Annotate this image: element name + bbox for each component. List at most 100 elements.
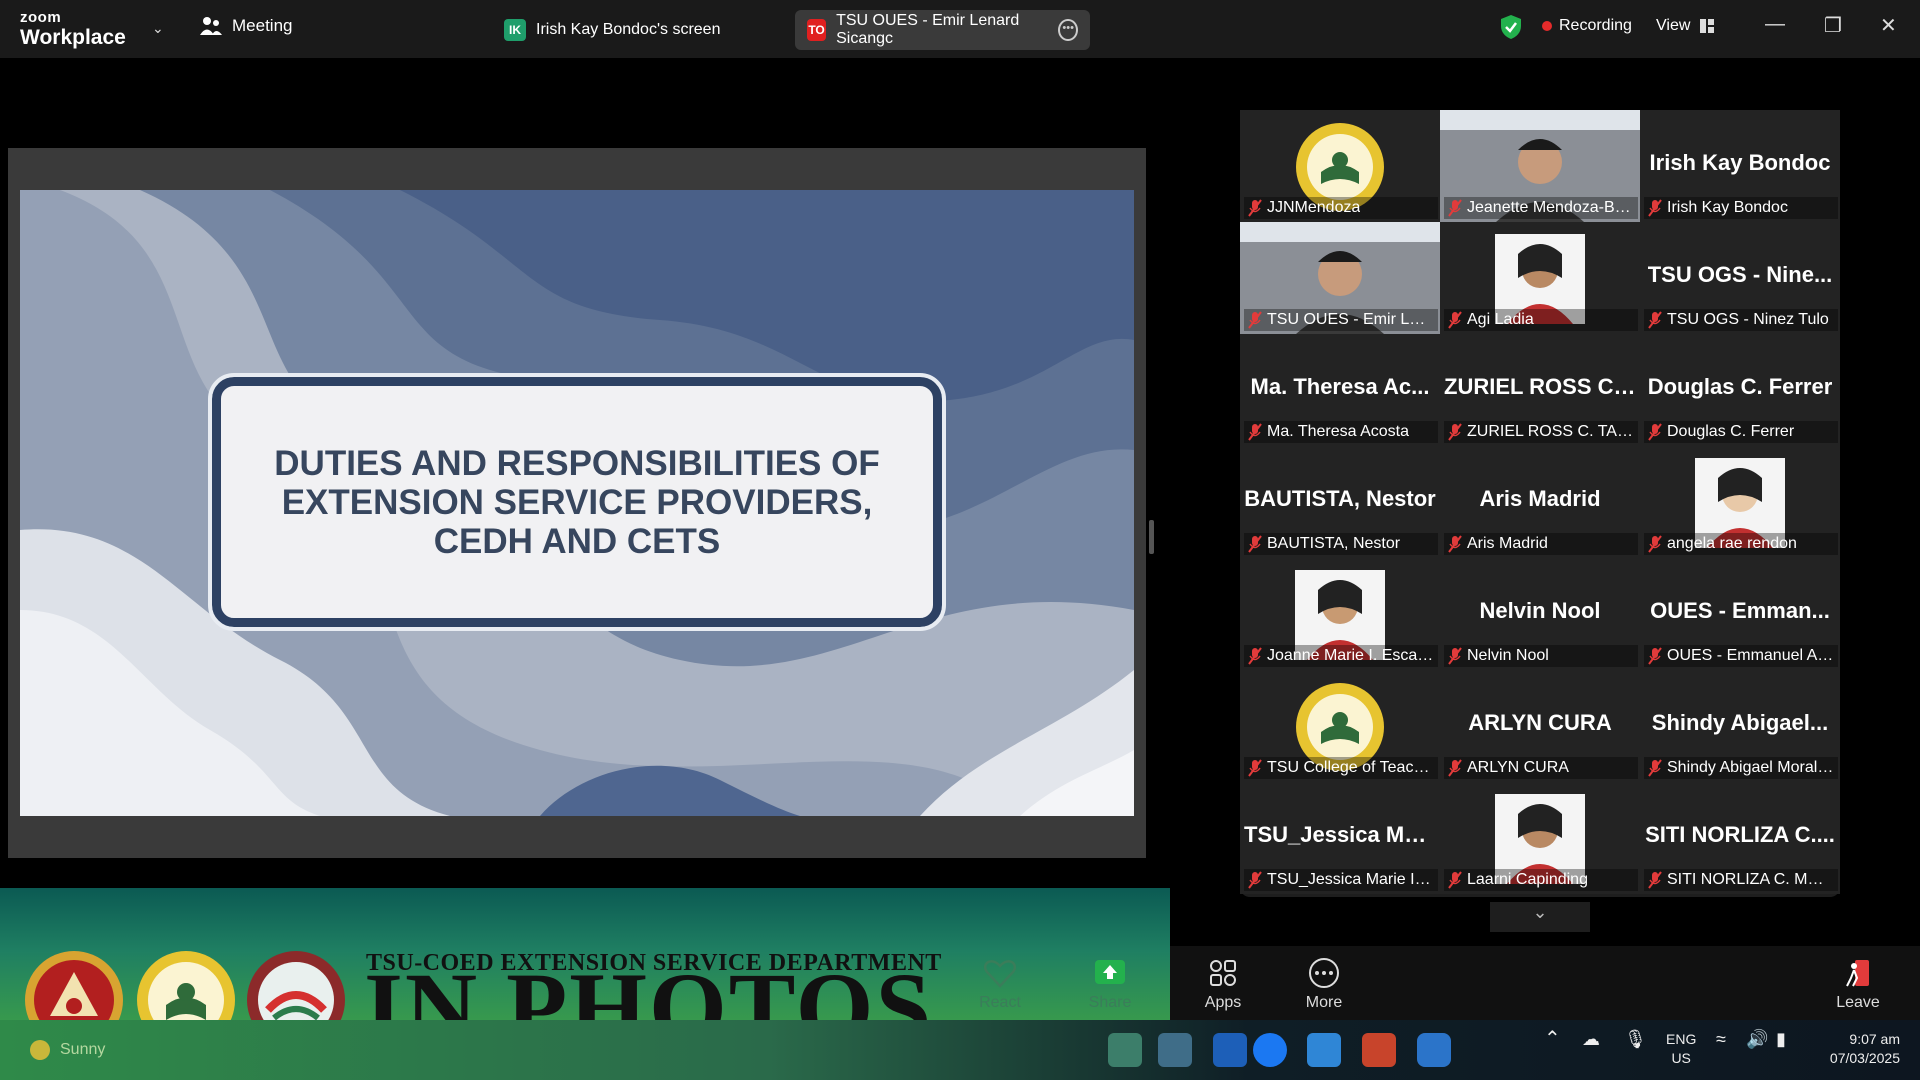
date-label: 07/03/2025: [1829, 1050, 1900, 1066]
weather-widget[interactable]: Sunny: [30, 1040, 105, 1060]
participant-name: Laarni Capinding: [1467, 871, 1588, 888]
powerpoint-icon[interactable]: [1362, 1033, 1396, 1067]
leave-label: Leave: [1836, 994, 1880, 1011]
participant-tile[interactable]: ARLYN CURA ARLYN CURA: [1440, 670, 1640, 782]
participant-tile[interactable]: SITI NORLIZA C.... SITI NORLIZA C. MUSA: [1640, 782, 1840, 894]
more-options-icon[interactable]: •••: [1058, 19, 1078, 41]
react-button[interactable]: React: [960, 958, 1040, 1012]
participant-tile[interactable]: Irish Kay Bondoc Irish Kay Bondoc: [1640, 110, 1840, 222]
resize-handle[interactable]: [1149, 520, 1154, 554]
participant-name-label: Aris Madrid: [1444, 533, 1638, 555]
participant-name-label: ARLYN CURA: [1444, 757, 1638, 779]
participant-tile[interactable]: JJNMendoza: [1240, 110, 1440, 222]
recording-dot-icon: [1542, 21, 1552, 31]
muted-mic-icon: [1648, 647, 1662, 665]
tab-emir-screen[interactable]: TO TSU OUES - Emir Lenard Sicangc •••: [795, 10, 1090, 50]
participant-name-label: OUES - Emmanuel Adr...: [1644, 645, 1838, 667]
language-indicator[interactable]: ENG US: [1666, 1030, 1696, 1068]
participant-name-label: SITI NORLIZA C. MUSA: [1644, 869, 1838, 891]
participant-tile[interactable]: Nelvin Nool Nelvin Nool: [1440, 558, 1640, 670]
view-button[interactable]: View: [1656, 17, 1715, 35]
participant-tile[interactable]: TSU College of Teacher...: [1240, 670, 1440, 782]
recording-indicator[interactable]: Recording: [1542, 17, 1632, 35]
participant-tile[interactable]: Douglas C. Ferrer Douglas C. Ferrer: [1640, 334, 1840, 446]
apps-button[interactable]: Apps: [1183, 958, 1263, 1012]
participant-name-label: Joanne Marie I. Escalona: [1244, 645, 1438, 667]
participant-name: Agi Ladia: [1467, 311, 1534, 328]
muted-mic-icon: [1248, 871, 1262, 889]
browser-icon[interactable]: [1158, 1033, 1192, 1067]
participant-tile[interactable]: Joanne Marie I. Escalona: [1240, 558, 1440, 670]
participant-name: Jeanette Mendoza-Baq...: [1467, 199, 1634, 216]
speaker-icon[interactable]: 🔊: [1746, 1030, 1768, 1049]
participant-name: Nelvin Nool: [1467, 647, 1549, 664]
participant-tile[interactable]: angela rae rendon: [1640, 446, 1840, 558]
close-icon[interactable]: ✕: [1880, 13, 1897, 38]
word-icon[interactable]: [1213, 1033, 1247, 1067]
language-code: ENG: [1666, 1031, 1697, 1047]
meeting-tab[interactable]: Meeting: [200, 16, 292, 36]
minimize-icon[interactable]: —: [1765, 13, 1785, 36]
participant-tile[interactable]: TSU OUES - Emir Lenard ...: [1240, 222, 1440, 334]
participant-name: ZURIEL ROSS C. TABIAN: [1467, 423, 1634, 440]
participant-name-label: Shindy Abigael Morales: [1644, 757, 1838, 779]
muted-mic-icon: [1248, 535, 1262, 553]
more-button[interactable]: More: [1284, 958, 1364, 1012]
participant-display-name: Irish Kay Bondoc: [1649, 150, 1831, 175]
muted-mic-icon: [1648, 423, 1662, 441]
slide-title-box: DUTIES AND RESPONSIBILITIES OF EXTENSION…: [208, 373, 946, 631]
zoom-workplace-logo[interactable]: zoom Workplace: [20, 10, 126, 48]
help-icon[interactable]: [1417, 1033, 1451, 1067]
participant-name: angela rae rendon: [1667, 535, 1797, 552]
cloud-icon[interactable]: ☁: [1582, 1030, 1600, 1049]
participant-tile[interactable]: Jeanette Mendoza-Baq...: [1440, 110, 1640, 222]
leave-icon: [1846, 960, 1869, 987]
wifi-icon[interactable]: ≈: [1716, 1030, 1726, 1049]
microphone-icon[interactable]: 🎙: [1624, 1030, 1647, 1049]
participant-tile[interactable]: Ma. Theresa Ac... Ma. Theresa Acosta: [1240, 334, 1440, 446]
participant-tile[interactable]: TSU_Jessica Mar... TSU_Jessica Marie I. D…: [1240, 782, 1440, 894]
participant-tile[interactable]: Laarni Capinding: [1440, 782, 1640, 894]
view-label: View: [1656, 17, 1691, 34]
weather-label: Sunny: [60, 1041, 106, 1058]
participant-name: TSU_Jessica Marie I. D...: [1267, 871, 1434, 888]
tab-irish-screen[interactable]: IK Irish Kay Bondoc's screen: [492, 10, 732, 50]
participant-name-label: TSU College of Teacher...: [1244, 757, 1438, 779]
zoom-app-icon[interactable]: [1253, 1033, 1287, 1067]
participant-display-name: Aris Madrid: [1479, 486, 1601, 511]
photos-icon[interactable]: [1307, 1033, 1341, 1067]
participant-tile[interactable]: Shindy Abigael... Shindy Abigael Morales: [1640, 670, 1840, 782]
leave-button[interactable]: Leave: [1818, 958, 1898, 1012]
react-label: React: [979, 994, 1021, 1011]
expand-gallery-chevron-icon[interactable]: ⌄: [1490, 902, 1590, 932]
slide-title: DUTIES AND RESPONSIBILITIES OF EXTENSION…: [274, 443, 880, 561]
shield-check-icon[interactable]: [1500, 14, 1522, 40]
share-label: Share: [1088, 994, 1132, 1011]
chevron-up-icon[interactable]: ⌃: [1544, 1029, 1561, 1049]
participant-name-label: Ma. Theresa Acosta: [1244, 421, 1438, 443]
clock[interactable]: 9:07 am 07/03/2025: [1816, 1030, 1900, 1068]
muted-mic-icon: [1448, 423, 1462, 441]
restore-icon[interactable]: ❐: [1824, 13, 1842, 38]
participant-name: OUES - Emmanuel Adr...: [1667, 647, 1834, 664]
participant-name: Shindy Abigael Morales: [1667, 759, 1834, 776]
participant-name: Irish Kay Bondoc: [1667, 199, 1788, 216]
participant-tile[interactable]: ZURIEL ROSS C.... ZURIEL ROSS C. TABIAN: [1440, 334, 1640, 446]
heart-icon: [983, 960, 1017, 988]
file-explorer-icon[interactable]: [1108, 1033, 1142, 1067]
tab-badge: TO: [807, 19, 827, 41]
tab-badge: IK: [504, 19, 526, 41]
share-button[interactable]: Share: [1070, 958, 1150, 1012]
participant-tile[interactable]: Aris Madrid Aris Madrid: [1440, 446, 1640, 558]
participant-tile[interactable]: OUES - Emman... OUES - Emmanuel Adr...: [1640, 558, 1840, 670]
participant-display-name: SITI NORLIZA C....: [1645, 822, 1835, 847]
chevron-down-icon[interactable]: ⌄: [152, 20, 164, 37]
participant-tile[interactable]: Agi Ladia: [1440, 222, 1640, 334]
participant-tile[interactable]: BAUTISTA, Nestor BAUTISTA, Nestor: [1240, 446, 1440, 558]
apps-icon: [1210, 960, 1236, 986]
participant-name: Joanne Marie I. Escalona: [1267, 647, 1434, 664]
participant-tile[interactable]: TSU OGS - Nine... TSU OGS - Ninez Tulo: [1640, 222, 1840, 334]
battery-icon[interactable]: ▮: [1776, 1030, 1786, 1049]
participant-name-label: ZURIEL ROSS C. TABIAN: [1444, 421, 1638, 443]
muted-mic-icon: [1448, 647, 1462, 665]
